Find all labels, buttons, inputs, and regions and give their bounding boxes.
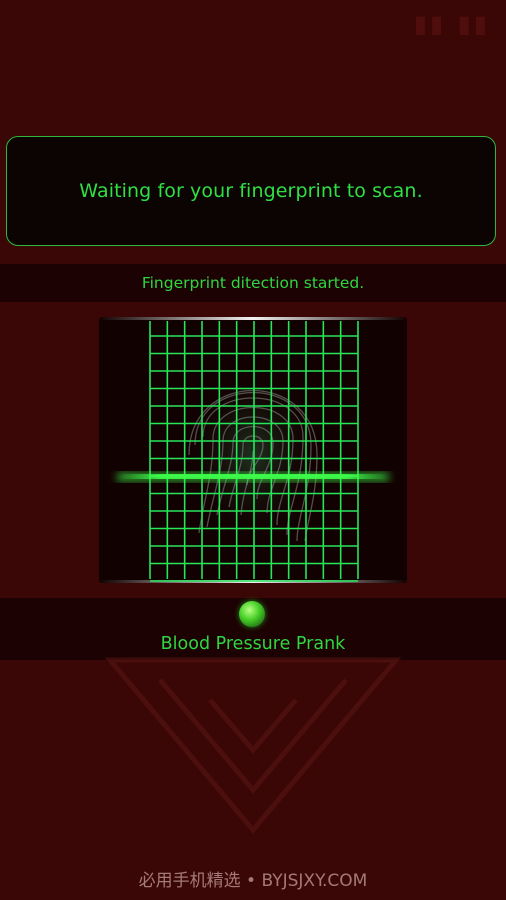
waiting-message: Waiting for your fingerprint to scan. — [79, 180, 423, 202]
watermark-text: 必用手机精选 • BYJSJXY.COM — [138, 871, 368, 891]
scanner-top-edge — [99, 317, 407, 320]
fingerprint-scanner[interactable] — [99, 317, 407, 583]
detection-status: Fingerprint ditection started. — [141, 274, 365, 292]
message-panel: Waiting for your fingerprint to scan. — [6, 136, 496, 246]
status-bar: Fingerprint ditection started. — [0, 264, 506, 302]
status-bar-ghost: ▮▮ ▮▮ — [413, 10, 490, 38]
scan-grid — [149, 321, 359, 582]
background-emblem-icon — [104, 657, 402, 834]
fingerprint-icon — [183, 363, 323, 547]
status-led-icon — [239, 601, 265, 627]
scanner-graphic — [99, 317, 407, 583]
scan-line — [121, 474, 385, 479]
